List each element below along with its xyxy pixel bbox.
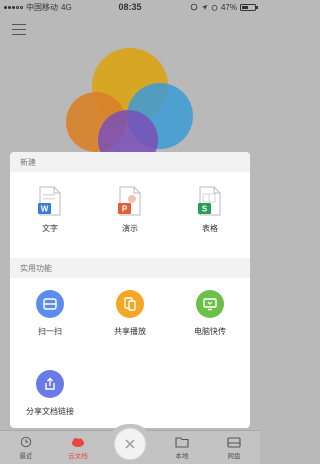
scan-label: 扫一扫 — [38, 327, 62, 336]
drive-icon — [227, 436, 241, 448]
new-presentation-button[interactable]: P 演示 — [90, 172, 170, 258]
battery-percent: 47% — [220, 2, 237, 12]
nav-drive[interactable]: 网盘 — [208, 431, 260, 464]
tools-row: 分享文档链接 — [10, 358, 250, 428]
close-icon — [125, 439, 135, 449]
svg-text:W: W — [41, 205, 49, 214]
lock-rotation-icon — [190, 3, 198, 11]
share-play-button[interactable]: 共享播放 — [90, 278, 170, 358]
nav-recent[interactable]: 最近 — [0, 431, 52, 464]
battery-icon — [240, 3, 258, 11]
section-new-header: 新建 — [10, 152, 250, 172]
alarm-icon — [211, 4, 218, 11]
spreadsheet-doc-icon: S — [198, 186, 221, 216]
scan-button[interactable]: 扫一扫 — [10, 278, 90, 358]
new-spreadsheet-button[interactable]: S 表格 — [170, 172, 250, 258]
new-items-grid: W 文字 P 演示 S 表格 — [10, 172, 250, 258]
nav-cloud[interactable]: 云文档 — [52, 431, 104, 464]
new-spreadsheet-label: 表格 — [202, 224, 218, 233]
carrier-label: 中国移动 — [26, 2, 58, 12]
presentation-doc-icon: P — [118, 186, 141, 216]
share-play-icon — [116, 290, 144, 318]
tools-grid: 扫一扫 共享播放 电脑快传 分享文档链接 — [10, 278, 250, 428]
status-time: 08:35 — [118, 2, 142, 12]
pc-transfer-label: 电脑快传 — [194, 327, 226, 336]
new-word-button[interactable]: W 文字 — [10, 172, 90, 258]
new-word-label: 文字 — [42, 224, 58, 233]
nav-local[interactable]: 本地 — [156, 431, 208, 464]
share-play-label: 共享播放 — [114, 327, 146, 336]
status-bar: 中国移动 4G 08:35 47% — [0, 0, 260, 14]
menu-icon[interactable] — [12, 24, 26, 35]
folder-icon — [175, 436, 189, 448]
share-link-icon — [36, 370, 64, 398]
cloud-icon — [72, 437, 84, 447]
nav-drive-label: 网盘 — [227, 452, 241, 460]
share-link-button[interactable]: 分享文档链接 — [10, 358, 90, 428]
create-panel: 新建 W 文字 P 演示 S 表格 实用功能 扫一扫 共享播放 电脑快传 分享文… — [10, 152, 250, 428]
close-button[interactable] — [114, 428, 146, 460]
pc-transfer-icon — [196, 290, 224, 318]
share-link-label: 分享文档链接 — [26, 407, 74, 416]
svg-text:S: S — [202, 205, 208, 214]
section-tools-header: 实用功能 — [10, 258, 250, 278]
new-presentation-label: 演示 — [122, 224, 138, 233]
status-left: 中国移动 4G — [4, 2, 94, 13]
signal-strength-icon — [4, 5, 23, 9]
network-label: 4G — [61, 2, 72, 12]
nav-local-label: 本地 — [175, 452, 189, 460]
pc-transfer-button[interactable]: 电脑快传 — [170, 278, 250, 358]
scan-icon — [36, 290, 64, 318]
status-right: 47% — [166, 2, 258, 12]
tools-row: 扫一扫 共享播放 电脑快传 — [10, 278, 250, 358]
nav-cloud-label: 云文档 — [68, 452, 88, 460]
location-icon — [201, 4, 208, 10]
word-doc-icon: W — [38, 186, 61, 216]
svg-text:P: P — [122, 205, 128, 214]
clock-icon — [20, 436, 32, 447]
nav-recent-label: 最近 — [19, 452, 33, 460]
